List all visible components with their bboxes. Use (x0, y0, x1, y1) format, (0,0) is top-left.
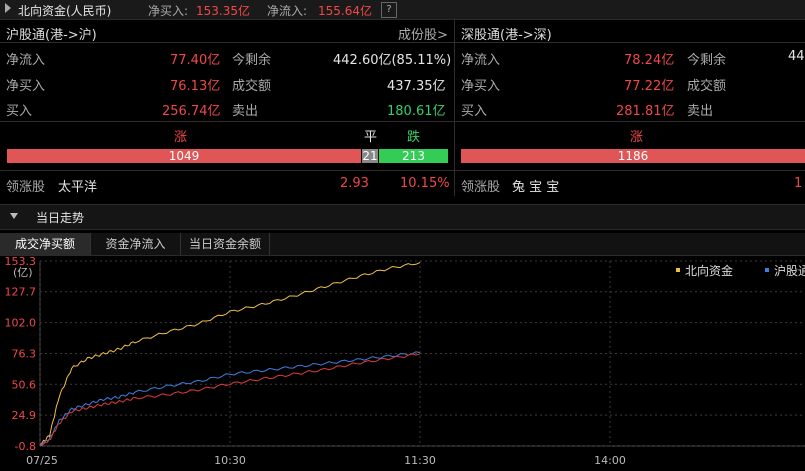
sh-up-bar: 1049 (7, 149, 361, 163)
sz-leader-label: 领涨股 (461, 180, 501, 195)
tab-net-inflow[interactable]: 资金净流入 (91, 233, 181, 255)
sh-net-inflow-label: 净流入 (6, 53, 46, 68)
constituents-link[interactable]: 成份股> (398, 24, 448, 43)
sz-buy-value: 281.81亿 (616, 104, 675, 119)
x-tick-label: 10:30 (214, 454, 246, 467)
sh-connect-panel: 沪股通(港->沪) 成份股> 净流入 77.40亿 今剩余 442.60亿(85… (0, 20, 454, 196)
divider (0, 121, 454, 122)
collapse-triangle-icon[interactable] (10, 213, 18, 219)
net-inflow-value: 155.64亿 (318, 4, 372, 18)
sz-leader-change: 1 (794, 176, 803, 191)
sz-up-label: 涨 (630, 130, 644, 145)
sh-net-inflow-value: 77.40亿 (170, 53, 221, 68)
intraday-header: 当日走势 (0, 204, 805, 230)
sh-net-buy-label: 净买入 (6, 79, 46, 94)
sz-net-inflow-label: 净流入 (461, 53, 501, 68)
sh-net-buy-value: 76.13亿 (170, 79, 221, 94)
sh-remaining-label: 今剩余 (232, 53, 272, 68)
legend-swatch (765, 268, 769, 272)
sh-flat-bar: 21 (362, 149, 378, 163)
help-button[interactable]: ? (381, 2, 397, 18)
sh-turnover-value: 437.35亿 (387, 79, 446, 94)
sh-remaining-value: 442.60亿(85.11%) (333, 53, 452, 68)
sh-flat-label: 平 (364, 130, 378, 145)
y-tick-label: 127.7 (5, 286, 37, 299)
y-axis-unit-label: (亿) (13, 266, 33, 279)
sz-connect-panel: 深股通(港->深) 净流入 78.24亿 今剩余 44 净买入 77.22亿 成… (455, 20, 805, 196)
y-tick-label: 24.9 (12, 409, 37, 422)
sz-remaining-value: 44 (788, 49, 805, 64)
sz-buy-label: 买入 (461, 104, 488, 119)
divider (455, 42, 805, 43)
sh-buy-label: 买入 (6, 104, 33, 119)
intraday-tabs: 成交净买额 资金净流入 当日资金余额 (0, 233, 805, 256)
sh-up-label: 涨 (174, 130, 188, 145)
sh-leader-name[interactable]: 太平洋 (58, 176, 97, 195)
sz-net-buy-value: 77.22亿 (624, 79, 675, 94)
sh-sell-label: 卖出 (232, 104, 259, 119)
north-capital-header: 北向资金(人民币) 净买入: 153.35亿 净流入: 155.64亿 ? (0, 0, 805, 20)
y-tick-label: 102.0 (5, 317, 37, 330)
intraday-title: 当日走势 (36, 211, 85, 225)
sh-turnover-label: 成交额 (232, 79, 272, 94)
x-tick-label: 14:00 (594, 454, 626, 467)
sh-panel-title: 沪股通(港->沪) (6, 28, 97, 43)
sz-net-inflow-value: 78.24亿 (624, 53, 675, 68)
intraday-chart: 153.3127.7102.076.350.624.9-0.807/25 10:3… (5, 256, 805, 467)
sz-sell-label: 卖出 (687, 104, 714, 119)
north-capital-title: 北向资金(人民币) (18, 4, 112, 18)
tab-balance[interactable]: 当日资金余额 (181, 233, 270, 255)
sh-buy-value: 256.74亿 (162, 104, 221, 119)
y-tick-label: 76.3 (12, 347, 37, 360)
x-tick-label: 11:30 (404, 454, 436, 467)
divider (0, 170, 454, 171)
sh-sell-value: 180.61亿 (387, 104, 446, 119)
sz-leader-name[interactable]: 兔 宝 宝 (512, 176, 559, 195)
legend-label: 北向资金 (685, 263, 733, 278)
sz-remaining-label: 今剩余 (687, 53, 727, 68)
divider (455, 170, 805, 171)
net-buy-value: 153.35亿 (196, 4, 250, 18)
legend-swatch (676, 268, 680, 272)
x-tick-label: 07/25 (26, 454, 58, 467)
sh-leader-change: 10.15% (400, 176, 450, 191)
sh-down-bar: 213 (379, 149, 448, 163)
tab-net-buy[interactable]: 成交净买额 (0, 233, 91, 255)
collapse-arrow-icon[interactable] (5, 3, 11, 13)
divider (0, 42, 454, 43)
net-inflow-label: 净流入: (267, 4, 308, 18)
sh-down-label: 跌 (407, 130, 421, 145)
legend-label: 沪股通 (774, 264, 805, 278)
sz-up-bar: 1186 (461, 149, 805, 163)
net-buy-label: 净买入: (148, 4, 189, 18)
y-tick-label: 50.6 (12, 378, 37, 391)
sz-panel-title: 深股通(港->深) (461, 28, 552, 43)
y-tick-label: -0.8 (15, 440, 36, 453)
sh-leader-price: 2.93 (340, 176, 369, 191)
sh-leader-label: 领涨股 (6, 180, 46, 195)
divider (455, 121, 805, 122)
sz-turnover-label: 成交额 (687, 79, 727, 94)
sz-net-buy-label: 净买入 (461, 79, 501, 94)
